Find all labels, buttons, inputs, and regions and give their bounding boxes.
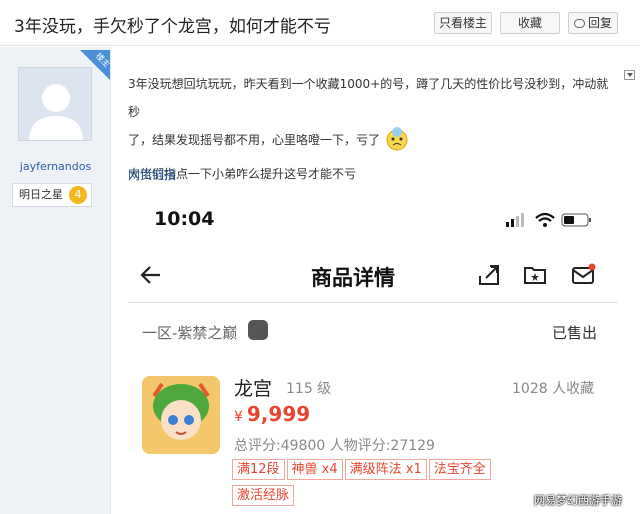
character-portrait <box>142 376 220 454</box>
crying-emoji-icon <box>386 127 408 151</box>
mail-icon[interactable] <box>570 262 596 288</box>
author-column: 楼主 jayfernandos 明日之星 4 <box>0 47 111 514</box>
watermark: 网易梦幻西游手游 <box>534 494 622 507</box>
status-bar-icons <box>506 212 591 227</box>
reply-button[interactable]: 回复 <box>568 12 618 34</box>
post-title: 3年没玩，手欠秒了个龙宫，如何才能不亏 <box>14 17 331 37</box>
battery-icon <box>561 213 591 227</box>
rank-level-badge: 4 <box>69 186 87 204</box>
sold-status: 已售出 <box>552 324 598 342</box>
post-line-3: 大佬们指点一下小弟咋么提升这号才能不亏 <box>128 167 357 181</box>
favorite-button[interactable]: 收藏 <box>500 12 560 34</box>
web-link[interactable]: 网页链接 <box>128 166 176 183</box>
rank-box: 明日之星 4 <box>12 183 92 207</box>
status-time: 10:04 <box>154 208 215 230</box>
character-thumbnail <box>142 376 220 454</box>
tag: 满12段 <box>232 459 285 480</box>
apple-icon <box>248 320 268 340</box>
rank-label: 明日之星 <box>19 188 63 201</box>
price: ¥9,999 <box>234 402 310 426</box>
embedded-phone-screenshot: 10:04 商品详情 一区-紫禁之巅 已售出 龙宫 115 级 1028 人收藏… <box>128 192 618 514</box>
tag: 激活经脉 <box>232 485 295 506</box>
character-name: 龙宫 <box>234 378 273 400</box>
character-level: 115 级 <box>286 381 332 397</box>
divider <box>128 302 618 303</box>
server-name: 一区-紫禁之巅 <box>142 324 238 342</box>
tag: 法宝齐全 <box>428 459 491 480</box>
tag: 神兽 x4 <box>286 459 343 480</box>
only-op-button[interactable]: 只看楼主 <box>434 12 492 34</box>
reply-label: 回复 <box>587 16 612 30</box>
post-line-1: 3年没玩想回坑玩玩，昨天看到一个收藏1000+的号，蹲了几天的性价比号没秒到，冲… <box>128 77 609 119</box>
wifi-icon <box>535 212 555 227</box>
username-link[interactable]: jayfernandos <box>0 160 111 173</box>
reply-icon <box>573 19 585 28</box>
post-body: 3年没玩想回坑玩玩，昨天看到一个收藏1000+的号，蹲了几天的性价比号没秒到，冲… <box>128 70 618 188</box>
op-badge: 楼主 <box>80 50 110 80</box>
price-value: 9,999 <box>246 402 311 426</box>
post-header: 3年没玩，手欠秒了个龙宫，如何才能不亏 只看楼主 收藏 回复 <box>0 0 640 46</box>
folder-star-icon[interactable] <box>522 262 548 288</box>
item-page-title: 商品详情 <box>311 266 395 290</box>
currency-symbol: ¥ <box>234 409 243 425</box>
share-icon[interactable] <box>476 262 502 288</box>
post-line-2: 了，结果发现摇号都不用，心里咯噔一下，亏了 <box>128 133 381 147</box>
collect-count: 1028 人收藏 <box>512 381 595 397</box>
score-line: 总评分:49800 人物评分:27129 <box>234 438 435 454</box>
tag: 满级阵法 x1 <box>344 459 427 480</box>
signal-icon <box>506 213 524 227</box>
post-menu-dropdown[interactable] <box>624 70 635 80</box>
